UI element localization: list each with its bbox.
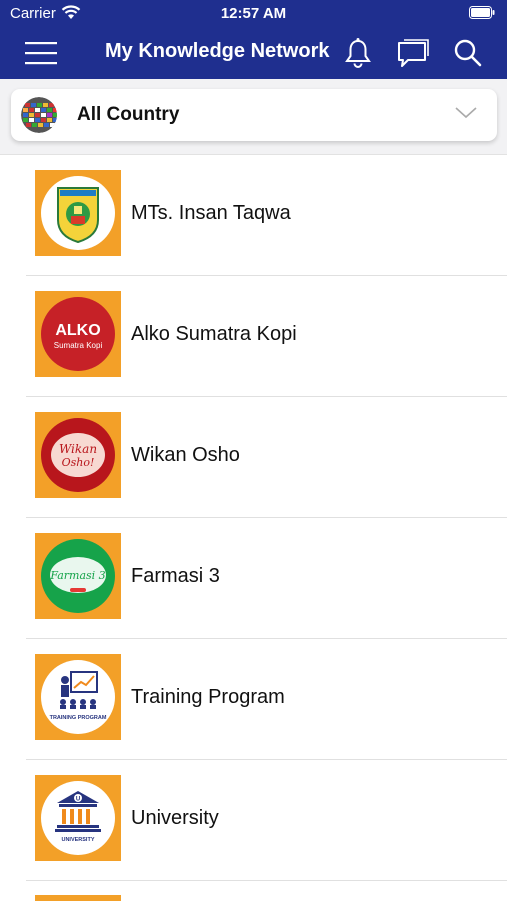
university-logo: U UNIVERSITY — [35, 775, 121, 861]
hamburger-menu-icon[interactable] — [25, 40, 57, 66]
globe-flags-icon — [21, 97, 57, 133]
alko-logo-wordmark: ALKO — [55, 322, 100, 339]
alko-sumatra-kopi-logo: ALKO Sumatra Kopi — [35, 291, 121, 377]
list-item[interactable]: Wikan Osho! Wikan Osho — [0, 397, 507, 518]
country-dropdown[interactable]: All Country — [11, 89, 497, 141]
page-title: My Knowledge Network — [105, 40, 330, 62]
chevron-down-icon — [455, 106, 477, 125]
app-header: Carrier 12:57 AM My Knowledge Network — [0, 0, 507, 79]
list-item-label: Farmasi 3 — [131, 565, 220, 587]
wikan-logo-subtitle: Osho! — [62, 456, 95, 469]
battery-icon — [469, 6, 495, 24]
farmasi-3-logo: Farmasi 3 — [35, 533, 121, 619]
university-logo-letter: U — [76, 797, 80, 803]
list-item[interactable]: U UNIVERSITY University — [0, 760, 507, 881]
status-bar: Carrier 12:57 AM — [0, 0, 507, 28]
list-item-label: Alko Sumatra Kopi — [131, 323, 297, 345]
list-item[interactable]: Farmasi 3 Farmasi 3 — [0, 518, 507, 639]
list-item-label: University — [131, 807, 219, 829]
country-filter-bar: All Country — [0, 79, 507, 155]
next-item-thumbnail-partial — [35, 895, 121, 901]
wikan-logo-wordmark: Wikan — [59, 442, 97, 456]
list-item[interactable]: ALKO Sumatra Kopi Alko Sumatra Kopi — [0, 276, 507, 397]
list-item-label: MTs. Insan Taqwa — [131, 202, 291, 224]
divider — [26, 880, 507, 881]
country-dropdown-label: All Country — [77, 104, 180, 125]
clock: 12:57 AM — [220, 5, 287, 22]
list-item[interactable]: TRAINING PROGRAM Training Program — [0, 639, 507, 760]
training-logo-caption: TRAINING PROGRAM — [50, 715, 107, 721]
list-item-label: Wikan Osho — [131, 444, 240, 466]
wikan-osho-logo: Wikan Osho! — [35, 412, 121, 498]
farmasi-logo-wordmark: Farmasi 3 — [49, 569, 105, 582]
nav-bar: My Knowledge Network — [0, 28, 507, 79]
training-program-logo: TRAINING PROGRAM — [35, 654, 121, 740]
list-item[interactable]: MTs. Insan Taqwa — [0, 155, 507, 276]
network-list: MTs. Insan Taqwa ALKO Sumatra Kopi Alko … — [0, 155, 507, 901]
chat-icon[interactable] — [395, 36, 429, 70]
search-icon[interactable] — [451, 36, 485, 70]
alko-logo-subtitle: Sumatra Kopi — [54, 341, 103, 350]
mts-insan-taqwa-logo — [35, 170, 121, 256]
university-logo-caption: UNIVERSITY — [61, 837, 94, 843]
bell-icon[interactable] — [341, 36, 375, 70]
list-item-label: Training Program — [131, 686, 285, 708]
